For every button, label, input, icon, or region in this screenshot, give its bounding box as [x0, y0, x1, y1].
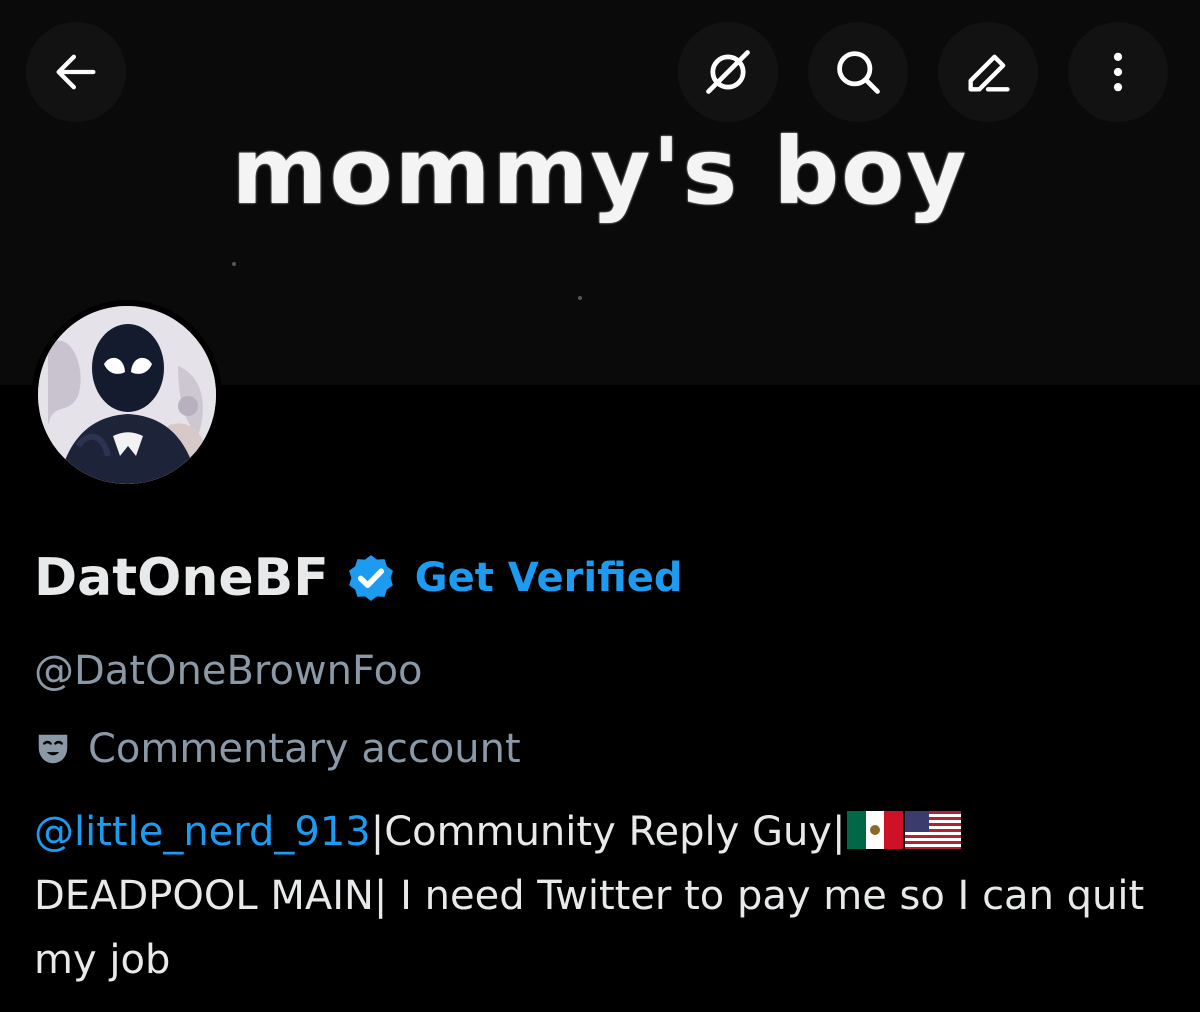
- back-button[interactable]: [26, 22, 126, 122]
- search-icon: [837, 51, 880, 94]
- profile-name-row: DatOneBF Get Verified: [34, 538, 683, 618]
- flag-mexico-icon: [847, 811, 904, 849]
- search-button[interactable]: [808, 22, 908, 122]
- bio-mention-link[interactable]: @little_nerd_913: [34, 809, 371, 855]
- profile-bio: @little_nerd_913|Community Reply Guy| DE…: [34, 800, 1174, 992]
- banner-text: mommy's boy: [231, 118, 969, 225]
- banner-speck: [232, 262, 236, 266]
- pencil-icon: [968, 54, 1010, 92]
- account-label-text: Commentary account: [88, 726, 521, 772]
- more-vertical-icon: [1113, 52, 1123, 92]
- profile-handle: @DatOneBrownFoo: [34, 648, 423, 694]
- arrow-left-icon: [56, 54, 96, 90]
- display-name: DatOneBF: [34, 548, 329, 608]
- avatar-image: [38, 306, 216, 484]
- grok-button[interactable]: [678, 22, 778, 122]
- verified-badge-icon[interactable]: [343, 550, 399, 606]
- grok-icon: [706, 50, 750, 94]
- bio-text-part2: DEADPOOL MAIN| I need Twitter to pay me …: [34, 873, 1145, 983]
- get-verified-link[interactable]: Get Verified: [415, 555, 683, 601]
- edit-button[interactable]: [938, 22, 1038, 122]
- banner-speck: [578, 296, 582, 300]
- avatar[interactable]: [32, 300, 222, 490]
- account-label[interactable]: Commentary account: [34, 726, 521, 772]
- more-options-button[interactable]: [1068, 22, 1168, 122]
- flag-usa-icon: [905, 811, 962, 849]
- theater-masks-icon: [38, 734, 68, 764]
- bio-text-part1: |Community Reply Guy|: [370, 809, 846, 855]
